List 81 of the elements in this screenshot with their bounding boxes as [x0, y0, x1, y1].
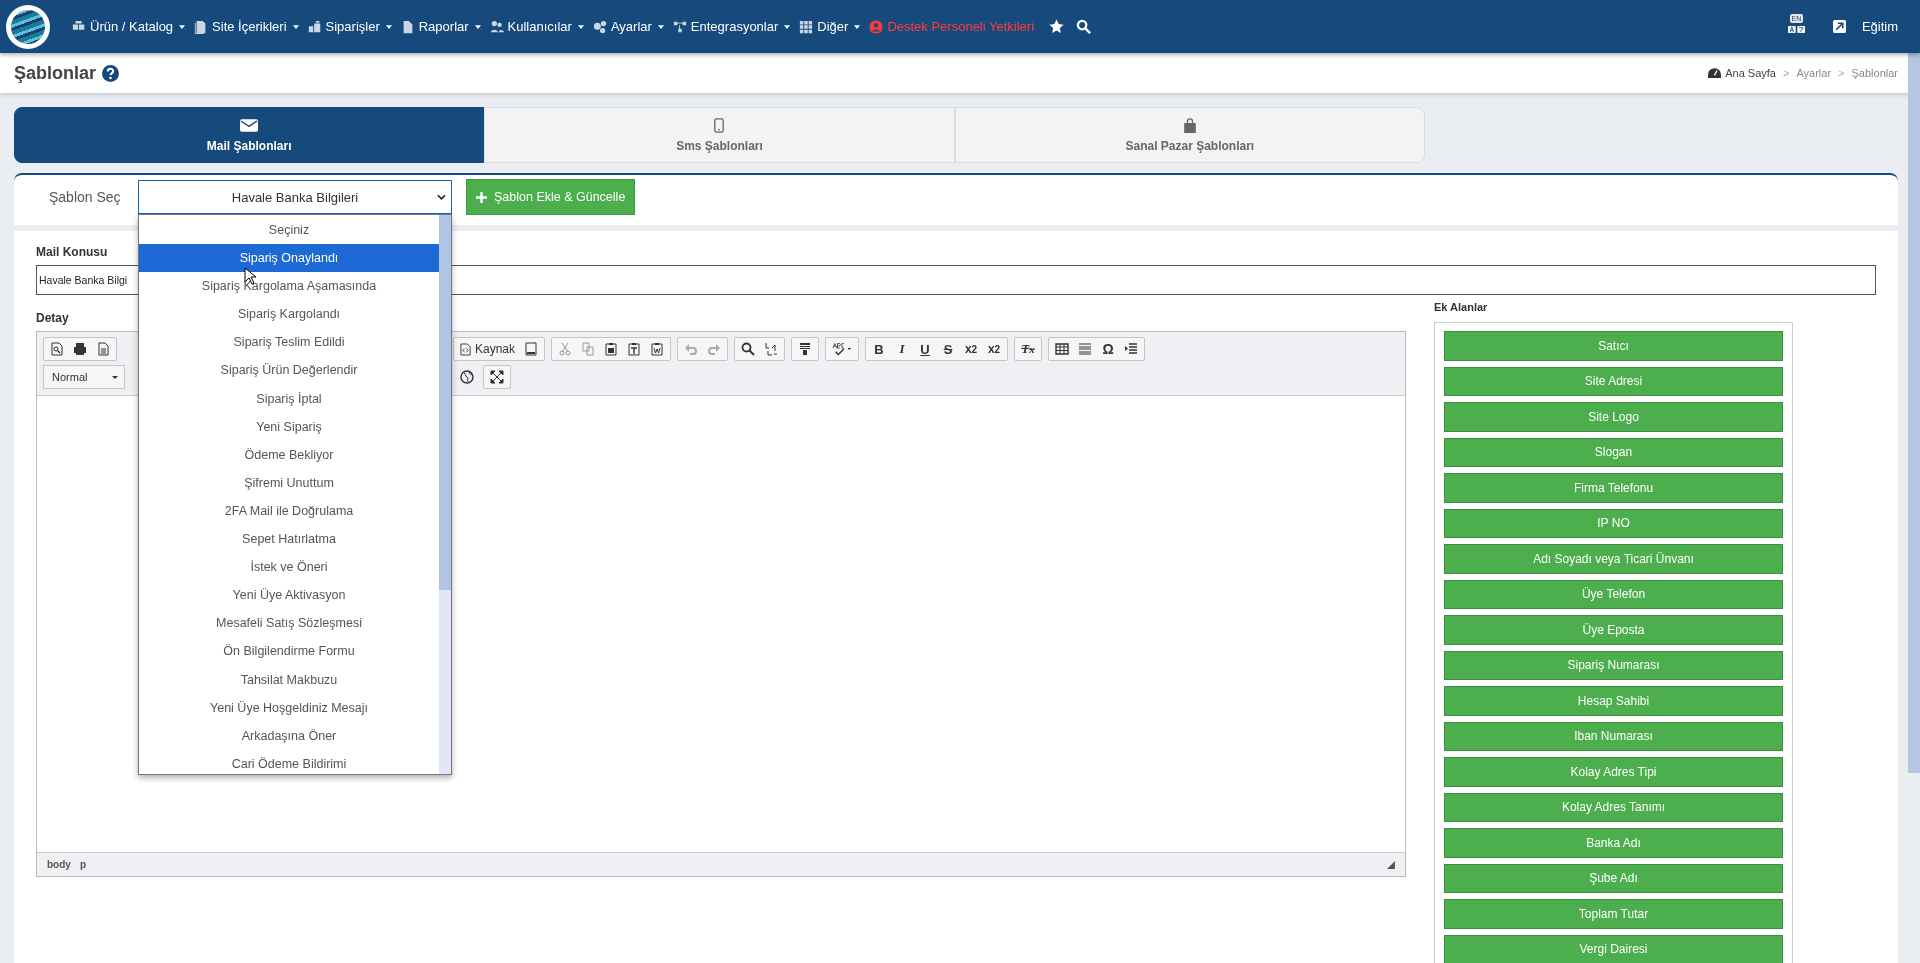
- element-path-link[interactable]: body: [47, 859, 71, 870]
- search-icon[interactable]: [1076, 19, 1092, 34]
- format-button[interactable]: S: [938, 340, 959, 358]
- dropdown-option[interactable]: Sipariş Onaylandı: [139, 244, 439, 273]
- dropdown-option[interactable]: Sepet Hatırlatma: [139, 525, 439, 554]
- dropdown-option[interactable]: Sipariş Kargolandı: [139, 300, 439, 329]
- nav-menu-item[interactable]: Siparişler: [307, 19, 392, 34]
- user-name[interactable]: Eğitim: [1861, 19, 1898, 34]
- globe-icon[interactable]: [457, 368, 477, 386]
- dropdown-option[interactable]: Yeni Sipariş: [139, 412, 439, 441]
- caret-icon: [657, 24, 664, 29]
- menu-icon: [489, 19, 504, 34]
- dropdown-option[interactable]: Yeni Üye Aktivasyon: [139, 581, 439, 610]
- dropdown-option[interactable]: İstek ve Öneri: [139, 553, 439, 582]
- dropdown-option[interactable]: Sipariş Ürün Değerlendir: [139, 356, 439, 385]
- dropdown-option[interactable]: Tahsilat Makbuzu: [139, 665, 439, 694]
- template-tab[interactable]: Mail Şablonları: [14, 107, 485, 163]
- nav-menu-item[interactable]: Kullanıcılar: [489, 19, 584, 34]
- breadcrumb-link[interactable]: Şablonlar: [1851, 67, 1898, 79]
- dashboard-icon: [1708, 68, 1722, 78]
- logo-icon[interactable]: [6, 4, 50, 49]
- menu-icon: [799, 19, 814, 34]
- nav-menu-item[interactable]: Ayarlar: [592, 19, 664, 34]
- breadcrumb-separator: >: [1783, 67, 1790, 79]
- dropdown-option[interactable]: Ön Bilgilendirme Formu: [139, 637, 439, 666]
- caret-icon: [577, 24, 584, 29]
- dropdown-option[interactable]: Mesafeli Satış Sözleşmesi: [139, 609, 439, 638]
- dropdown-option[interactable]: Cari Ödeme Bildirimi: [139, 749, 439, 778]
- plus-icon: [476, 191, 487, 203]
- user-circle-icon: [869, 19, 884, 34]
- section-title: Ek Alanlar: [1434, 301, 1488, 313]
- dropdown-option[interactable]: Yeni Üye Hoşgeldiniz Mesajı: [139, 693, 439, 722]
- field-label: Mail Konusu: [36, 245, 108, 259]
- template-tab[interactable]: Sms Şablonları: [484, 107, 955, 163]
- field-label: Detay: [36, 311, 69, 325]
- external-link-icon[interactable]: [1832, 20, 1846, 33]
- dropdown-option[interactable]: Sipariş Teslim Edildi: [139, 328, 439, 357]
- resize-handle-icon[interactable]: [1387, 860, 1395, 869]
- chevron-down-icon: [437, 194, 446, 200]
- caret-icon: [112, 375, 118, 379]
- translate-icon[interactable]: [1787, 26, 1805, 33]
- caret-icon: [292, 24, 299, 29]
- breadcrumb-link[interactable]: Ayarlar: [1796, 67, 1832, 79]
- nav-menu-item[interactable]: Site İçerikleri: [194, 19, 299, 34]
- caret-icon: [385, 24, 392, 29]
- caret-icon: [784, 24, 791, 29]
- field-label: Şablon Seç: [49, 189, 122, 205]
- breadcrumb-separator: >: [1838, 67, 1845, 79]
- nav-menu-item[interactable]: Entegrasyonlar: [672, 19, 791, 34]
- code-file-icon: [460, 342, 471, 356]
- page-title: Şablonlar: [14, 62, 97, 84]
- caret-icon: [854, 24, 861, 29]
- dropdown-option[interactable]: Ödeme Bekliyor: [139, 440, 439, 469]
- menu-icon: [307, 19, 322, 34]
- format-dropdown[interactable]: Normal: [43, 365, 125, 389]
- dropdown-option[interactable]: Arkadaşına Öner: [139, 721, 439, 750]
- menu-icon: [672, 19, 687, 34]
- format-button[interactable]: I: [892, 340, 913, 358]
- dropdown-option[interactable]: Seçiniz: [139, 216, 439, 245]
- help-icon[interactable]: [102, 64, 120, 82]
- dropdown-option[interactable]: Şifremi Unuttum: [139, 468, 439, 497]
- dropdown-option[interactable]: 2FA Mail ile Doğrulama: [139, 496, 439, 526]
- dropdown-option[interactable]: Sipariş İptal: [139, 384, 439, 413]
- format-button[interactable]: U: [915, 340, 936, 358]
- format-button[interactable]: B: [869, 340, 890, 358]
- element-path-link[interactable]: p: [79, 859, 86, 870]
- star-icon[interactable]: [1049, 19, 1065, 34]
- nav-menu-item[interactable]: Diğer: [799, 19, 861, 34]
- menu-icon: [592, 19, 607, 34]
- nav-menu-item[interactable]: Raporlar: [400, 19, 481, 34]
- maximize-icon[interactable]: [487, 368, 507, 386]
- special-character-button[interactable]: Ω: [1098, 340, 1119, 358]
- template-select[interactable]: Havale Banka Bilgileri: [138, 180, 452, 214]
- scrollbar-thumb[interactable]: [439, 215, 451, 590]
- template-tab[interactable]: Sanal Pazar Şablonları: [954, 107, 1425, 163]
- nav-menu-item[interactable]: Ürün / Katalog: [72, 19, 186, 34]
- envelope-icon: [240, 117, 259, 133]
- page-scrollbar[interactable]: [1908, 53, 1920, 773]
- caret-icon: [179, 24, 186, 29]
- breadcrumb-link[interactable]: Ana Sayfa: [1725, 67, 1776, 79]
- caret-icon: [474, 24, 481, 29]
